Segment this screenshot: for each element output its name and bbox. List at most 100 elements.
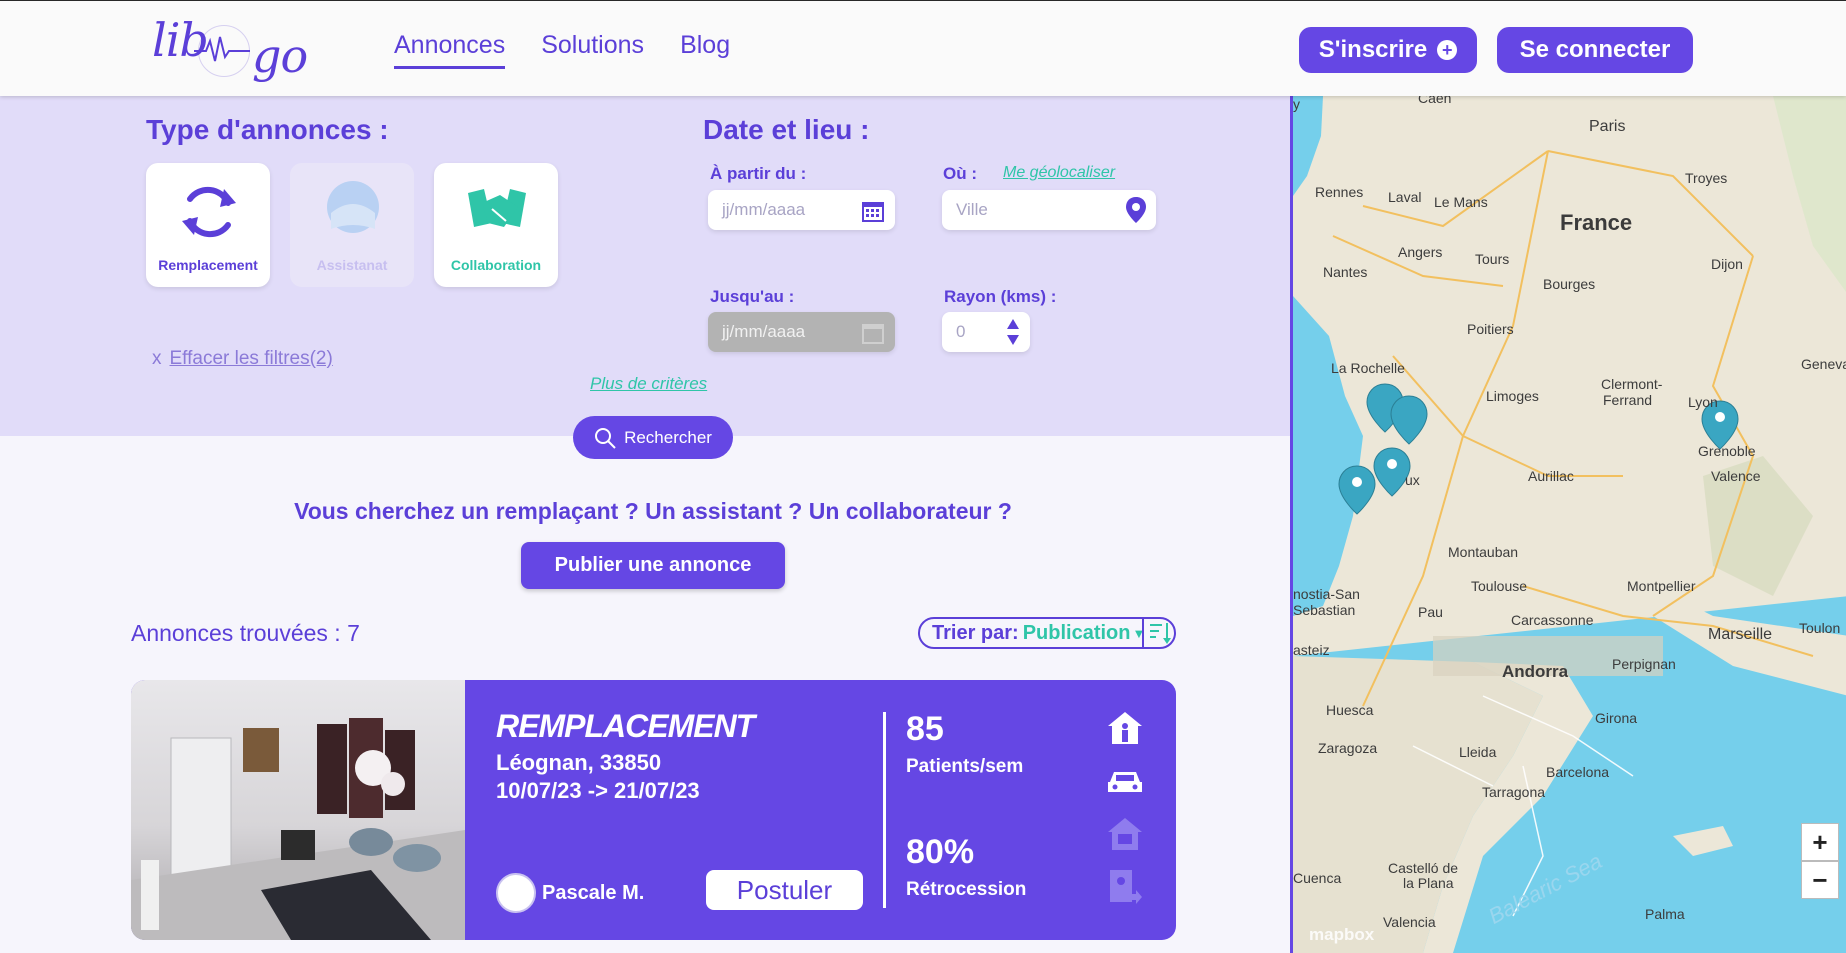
map-country: France <box>1560 210 1633 235</box>
type-assistanat[interactable]: Assistanat <box>290 163 414 287</box>
car-icon <box>1108 772 1142 792</box>
stepper-arrows-icon[interactable] <box>1006 317 1020 347</box>
sort-value: Publication <box>1022 621 1131 644</box>
zoom-out-button[interactable]: − <box>1801 861 1839 899</box>
until-date-placeholder: jj/mm/aaaa <box>722 322 806 341</box>
document-transfer-icon <box>1110 870 1142 904</box>
map-city: Rennes <box>1315 184 1364 200</box>
listing-dates: 10/07/23 -> 21/07/23 <box>496 778 700 803</box>
map-city: Tours <box>1475 251 1510 267</box>
signup-label: S'inscrire <box>1318 36 1428 63</box>
geolocate-link[interactable]: Me géolocaliser <box>1003 164 1115 182</box>
plus-circle-icon: + <box>1437 40 1458 60</box>
logo-text-right: go <box>252 29 308 83</box>
map-city: Andorra <box>1502 662 1569 681</box>
map-city: Huesca <box>1326 702 1374 718</box>
map-city: Castelló de <box>1388 860 1459 876</box>
logo[interactable]: lib go <box>150 7 308 91</box>
mapbox-logo[interactable]: mapbox <box>1309 925 1374 945</box>
patients-unit: Patients/sem <box>906 756 1024 777</box>
from-date-input[interactable]: jj/mm/aaaa <box>708 190 895 230</box>
sort-order-icon[interactable] <box>1142 617 1174 649</box>
home-office-icon <box>1108 818 1142 850</box>
login-button[interactable]: Se connecter <box>1497 27 1693 73</box>
type-title: Type d'annonces : <box>146 114 389 145</box>
listing-card[interactable]: REMPLACEMENT Léognan, 33850 10/07/23 -> … <box>131 680 1176 940</box>
person-icon <box>327 181 379 233</box>
handshake-icon <box>468 189 526 227</box>
signup-button[interactable]: S'inscrire + <box>1299 27 1477 73</box>
more-criteria-link[interactable]: Plus de critères <box>590 374 707 394</box>
map-city: Zaragoza <box>1318 740 1378 756</box>
publish-button[interactable]: Publier une annonce <box>521 542 785 589</box>
date-place-title: Date et lieu : <box>703 114 870 145</box>
retro-unit: Rétrocession <box>906 879 1027 900</box>
map-city: y <box>1293 96 1300 112</box>
refresh-icon <box>182 186 236 238</box>
type-collaboration-label: Collaboration <box>450 257 542 273</box>
map-city: Nantes <box>1323 264 1368 280</box>
clear-filters-label: Effacer les filtres(2) <box>169 348 333 369</box>
map-city: La Rochelle <box>1331 360 1405 376</box>
map-city: Limoges <box>1486 388 1539 404</box>
map-city: Geneva <box>1801 356 1846 372</box>
type-remplacement[interactable]: Remplacement <box>146 163 270 287</box>
author-name: Pascale M. <box>542 881 645 904</box>
map-city: Pau <box>1418 604 1443 620</box>
map-city: Girona <box>1595 710 1638 726</box>
map-city: nostia-San <box>1293 586 1360 602</box>
patients-value: 85 <box>906 710 944 748</box>
map-city: Laval <box>1388 189 1422 205</box>
clear-filters[interactable]: x Effacer les filtres(2) <box>152 348 333 370</box>
map-city: Troyes <box>1685 170 1728 186</box>
type-collaboration[interactable]: Collaboration <box>434 163 558 287</box>
search-icon <box>595 427 616 449</box>
calendar-icon[interactable] <box>861 321 885 345</box>
map-city: Clermont- <box>1601 376 1663 392</box>
zoom-in-button[interactable]: + <box>1801 823 1839 861</box>
apply-button[interactable]: Postuler <box>706 870 863 910</box>
housing-icon <box>1108 712 1142 744</box>
map-city: Cuenca <box>1293 870 1342 886</box>
city-placeholder: Ville <box>956 200 988 219</box>
map-city: Barcelona <box>1546 764 1610 780</box>
map-city: Poitiers <box>1467 321 1514 337</box>
map-city: Toulouse <box>1471 578 1528 594</box>
close-icon: x <box>152 348 162 369</box>
nav-solutions[interactable]: Solutions <box>541 31 644 69</box>
map[interactable]: Caen Paris Rennes Laval Le Mans Troyes A… <box>1290 96 1846 953</box>
results-count: Annonces trouvées : 7 <box>131 620 360 646</box>
map-city: Tarragona <box>1482 784 1546 800</box>
map-city: Palma <box>1645 906 1685 922</box>
map-city: Ferrand <box>1603 392 1653 408</box>
map-city: Valence <box>1711 468 1761 484</box>
type-remplacement-label: Remplacement <box>158 257 258 273</box>
map-city: ux <box>1405 472 1420 488</box>
sort-label: Trier par: <box>932 621 1019 644</box>
calendar-icon[interactable] <box>861 199 885 223</box>
nav-blog[interactable]: Blog <box>680 31 730 69</box>
nav-annonces[interactable]: Annonces <box>394 31 506 69</box>
until-date-input[interactable]: jj/mm/aaaa <box>708 312 895 352</box>
listing-author[interactable]: Pascale M. <box>496 873 644 913</box>
main-nav: Annonces Solutions Blog <box>394 31 766 69</box>
from-label: À partir du : <box>710 164 807 183</box>
cta-text: Vous cherchez un remplaçant ? Un assista… <box>294 498 1012 524</box>
listing-location: Léognan, 33850 <box>496 750 662 775</box>
city-input[interactable]: Ville <box>942 190 1156 230</box>
until-label: Jusqu'au : <box>710 287 795 306</box>
radius-stepper[interactable]: 0 <box>942 312 1030 352</box>
listing-photo <box>131 680 465 940</box>
search-label: Rechercher <box>624 427 712 447</box>
where-label: Où : <box>943 164 977 183</box>
sort-select[interactable]: Trier par: Publication ▼ <box>918 617 1176 649</box>
radius-label: Rayon (kms) : <box>944 287 1057 306</box>
map-city: la Plana <box>1403 875 1454 891</box>
search-button[interactable]: Rechercher <box>573 416 733 459</box>
map-city: Aurillac <box>1528 468 1574 484</box>
map-city: Angers <box>1398 244 1443 260</box>
radius-value: 0 <box>956 322 966 341</box>
map-city: Le Mans <box>1434 194 1488 210</box>
map-city: Montauban <box>1448 544 1519 560</box>
map-city: Caen <box>1418 96 1452 106</box>
